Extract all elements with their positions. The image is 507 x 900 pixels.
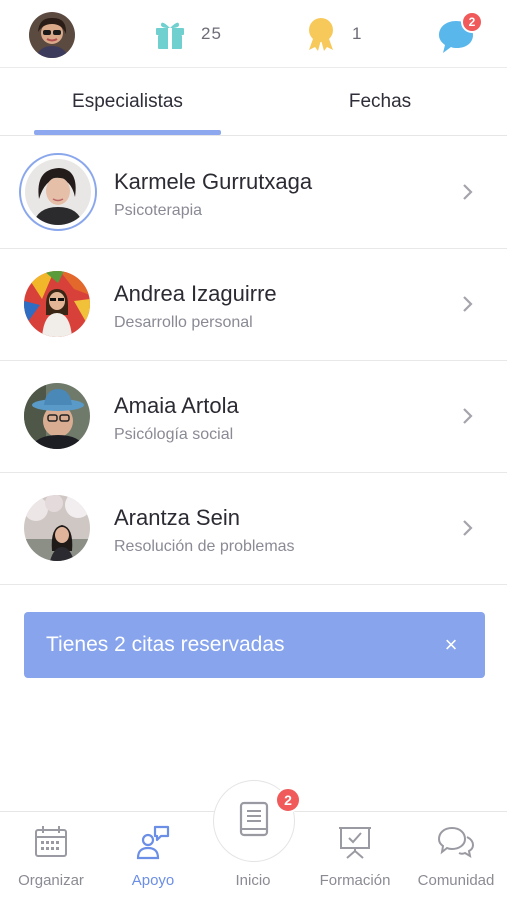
top-bar: 25 1 2 (0, 0, 507, 68)
medals-stat[interactable]: 1 (304, 14, 362, 54)
specialist-list: Karmele Gurrutxaga Psicoterapia Andrea I… (0, 137, 507, 585)
support-icon (136, 825, 170, 860)
nav-organizar[interactable]: Organizar (1, 812, 101, 900)
nav-formacion[interactable]: Formación (305, 812, 405, 900)
book-icon (239, 801, 269, 837)
specialist-avatar (19, 153, 97, 231)
chevron-right-icon (463, 184, 473, 200)
home-badge: 2 (275, 787, 301, 813)
specialist-row[interactable]: Karmele Gurrutxaga Psicoterapia (0, 137, 507, 249)
appointments-banner[interactable]: Tienes 2 citas reservadas × (24, 612, 485, 678)
specialist-name: Karmele Gurrutxaga (114, 169, 313, 194)
specialist-specialty: Psicólogía social (114, 426, 234, 443)
specialist-name: Amaia Artola (114, 393, 239, 418)
nav-label: Apoyo (131, 872, 175, 889)
messages-badge: 2 (461, 11, 483, 33)
specialist-row[interactable]: Arantza Sein Resolución de problemas (0, 473, 507, 585)
specialist-avatar (24, 495, 90, 561)
medal-icon (309, 18, 333, 51)
gift-count: 25 (201, 24, 222, 43)
gift-icon (156, 22, 184, 49)
nav-label: Organizar (18, 872, 84, 889)
nav-apoyo[interactable]: Apoyo (103, 812, 203, 900)
close-icon[interactable]: × (436, 630, 466, 660)
tab-especialistas[interactable]: Especialistas (34, 68, 221, 136)
specialist-row[interactable]: Andrea Izaguirre Desarrollo personal (0, 249, 507, 361)
medal-count: 1 (352, 24, 363, 43)
banner-text: Tienes 2 citas reservadas (46, 633, 285, 656)
specialist-specialty: Psicoterapia (114, 202, 203, 219)
chevron-right-icon (463, 296, 473, 312)
specialist-row[interactable]: Amaia Artola Psicólogía social (0, 361, 507, 473)
specialist-specialty: Resolución de problemas (114, 538, 295, 555)
specialist-avatar (24, 271, 90, 337)
specialist-specialty: Desarrollo personal (114, 314, 253, 331)
specialist-name: Arantza Sein (114, 505, 240, 530)
specialist-name: Andrea Izaguirre (114, 281, 277, 306)
calendar-icon (35, 826, 67, 857)
presentation-icon (339, 827, 371, 859)
chat-bubbles-icon (438, 826, 474, 859)
nav-comunidad[interactable]: Comunidad (406, 812, 506, 900)
nav-label: Comunidad (417, 872, 495, 889)
active-tab-indicator (34, 130, 221, 135)
gifts-stat[interactable]: 25 (153, 14, 222, 54)
tab-bar: Especialistas Fechas (0, 68, 507, 136)
nav-label: Inicio (235, 872, 271, 889)
user-avatar[interactable] (29, 12, 75, 58)
tab-fechas[interactable]: Fechas (280, 68, 480, 136)
nav-label: Formación (319, 872, 391, 889)
chevron-right-icon (463, 408, 473, 424)
messages-button[interactable]: 2 (437, 11, 487, 55)
specialist-avatar (24, 383, 90, 449)
chevron-right-icon (463, 520, 473, 536)
